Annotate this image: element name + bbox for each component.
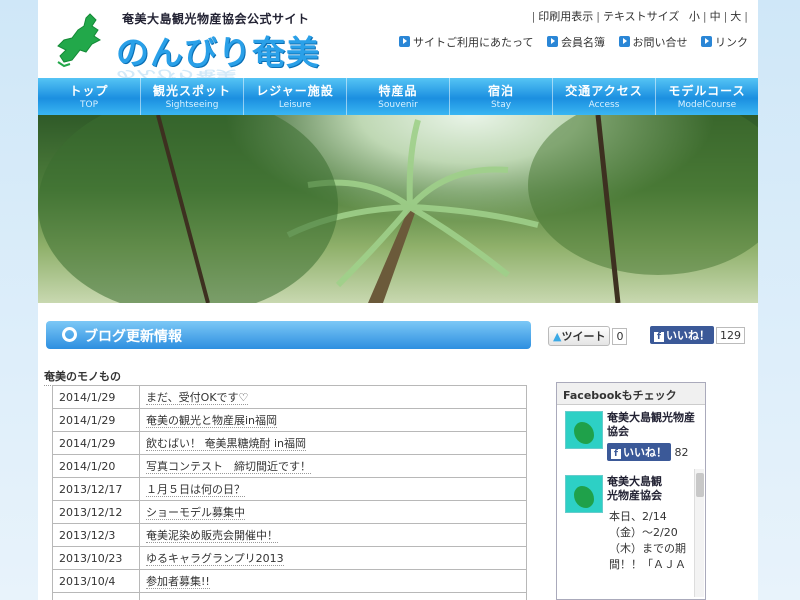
arrow-icon bbox=[547, 36, 558, 47]
hero-image-forest bbox=[38, 115, 758, 303]
facebook-widget-title: Facebookもチェック bbox=[557, 383, 705, 405]
blog-link[interactable]: 奄美の観光と物産展in福岡 bbox=[146, 414, 278, 428]
table-row: 2014/1/29 まだ、受付OKです♡ bbox=[52, 385, 527, 409]
text-size-medium[interactable]: 中 bbox=[707, 10, 724, 23]
table-row: 2014/1/20 写真コンテスト 締切間近です！ bbox=[52, 454, 527, 478]
table-row: 2013/10/4 参加者募集!! bbox=[52, 569, 527, 593]
facebook-page: 奄美大島観光物産協会 f いいね！ 82 bbox=[565, 411, 695, 461]
arrow-icon bbox=[618, 36, 630, 47]
nav-access[interactable]: 交通アクセス Access bbox=[553, 78, 656, 115]
table-row: 2013/12/17 １月５日は何の日？ bbox=[52, 477, 527, 501]
blog-link[interactable]: 参加者募集!! bbox=[146, 575, 210, 589]
blog-link[interactable]: ゆるキャラグランプリ2013 bbox=[146, 552, 284, 566]
facebook-icon: f bbox=[611, 449, 621, 459]
table-row: 2014/1/29 飲むばい！ 奄美黒糖焼酎 in福岡 bbox=[52, 431, 527, 455]
blog-link[interactable]: まだ、受付OKです♡ bbox=[146, 391, 249, 405]
blog-link[interactable]: 写真コンテスト 締切間近です！ bbox=[146, 460, 311, 474]
blog-link[interactable]: ショーモデル募集中 bbox=[146, 506, 245, 520]
tweet-widget: ▲ツイート 0 bbox=[548, 326, 628, 346]
header: 奄美大島観光物産協会公式サイト のんびり奄美 のんびり奄美 | 印刷用表示 | テキス… bbox=[38, 0, 758, 80]
text-size-small[interactable]: 小 bbox=[686, 10, 703, 23]
page-avatar[interactable] bbox=[565, 411, 603, 449]
tweet-button[interactable]: ▲ツイート bbox=[548, 326, 611, 346]
nav-model-course[interactable]: モデルコース ModelCourse bbox=[656, 78, 758, 115]
nav-sightseeing[interactable]: 観光スポット Sightseeing bbox=[141, 78, 244, 115]
table-row bbox=[52, 592, 527, 600]
facebook-icon: f bbox=[654, 332, 664, 342]
contact-link[interactable]: お問い合せ bbox=[618, 34, 688, 50]
post-avatar[interactable] bbox=[565, 475, 603, 513]
page-like-count: 82 bbox=[674, 446, 689, 459]
main-nav: トップ TOP 観光スポット Sightseeing レジャー施設 Leisure 特… bbox=[38, 78, 758, 115]
section-title[interactable]: 奄美のモノもの bbox=[44, 368, 121, 386]
table-row: 2013/12/3 奄美泥染め販売会開催中！ bbox=[52, 523, 527, 547]
blog-link[interactable]: 飲むばい！ 奄美黒糖焼酎 in福岡 bbox=[146, 437, 307, 451]
tweet-count: 0 bbox=[612, 328, 628, 345]
text-size-large[interactable]: 大 bbox=[727, 10, 744, 23]
blog-update-header: ブログ更新情報 bbox=[46, 321, 531, 349]
page: 奄美大島観光物産協会公式サイト のんびり奄美 のんびり奄美 | 印刷用表示 | テキス… bbox=[38, 0, 758, 600]
tree-fern-illustration bbox=[38, 115, 758, 303]
header-links: サイトご利用にあたって 会員名簿 お問い合せ リンク bbox=[389, 34, 748, 50]
blog-link[interactable]: 奄美泥染め販売会開催中！ bbox=[146, 529, 278, 543]
blog-list: 2014/1/29 まだ、受付OKです♡ 2014/1/29 奄美の観光と物産展in… bbox=[52, 385, 527, 600]
like-widget: f いいね！ 129 bbox=[650, 326, 745, 344]
table-row: 2013/10/23 ゆるキャラグランプリ2013 bbox=[52, 546, 527, 570]
page-like: f いいね！ 82 bbox=[607, 443, 689, 461]
arrow-icon bbox=[701, 36, 712, 47]
facebook-widget: Facebookもチェック 奄美大島観光物産協会 f いいね！ 82 奄美大島観光… bbox=[556, 382, 706, 600]
links-link[interactable]: リンク bbox=[701, 34, 748, 50]
facebook-post: 奄美大島観光物産協会 本日、2/14（金）～2/20（木）までの期間！！「ＡＪＡ bbox=[565, 475, 686, 571]
text-size-label: テキストサイズ bbox=[603, 10, 680, 23]
circle-bullet-icon bbox=[62, 327, 77, 342]
like-count: 129 bbox=[716, 327, 745, 344]
scrollbar-thumb[interactable] bbox=[696, 473, 704, 497]
post-author[interactable]: 奄美大島観光物産協会 bbox=[607, 475, 667, 503]
island-logo-icon bbox=[57, 13, 101, 68]
like-button[interactable]: f いいね！ bbox=[650, 326, 714, 344]
utility-bar: | 印刷用表示 | テキストサイズ 小 | 中 | 大 | bbox=[531, 10, 748, 23]
left-background bbox=[0, 0, 38, 600]
nav-leisure[interactable]: レジャー施設 Leisure bbox=[244, 78, 347, 115]
blog-link[interactable]: １月５日は何の日？ bbox=[146, 483, 245, 497]
nav-souvenir[interactable]: 特産品 Souvenir bbox=[347, 78, 450, 115]
site-usage-link[interactable]: サイトご利用にあたって bbox=[399, 34, 534, 50]
site-subtitle: 奄美大島観光物産協会公式サイト bbox=[122, 12, 310, 26]
arrow-icon bbox=[399, 36, 411, 47]
blog-heading: ブログ更新情報 bbox=[84, 329, 182, 345]
member-list-link[interactable]: 会員名簿 bbox=[547, 34, 605, 50]
table-row: 2014/1/29 奄美の観光と物産展in福岡 bbox=[52, 408, 527, 432]
nav-top[interactable]: トップ TOP bbox=[38, 78, 141, 115]
site-logo[interactable]: 奄美大島観光物産協会公式サイト のんびり奄美 のんびり奄美 bbox=[50, 6, 319, 80]
page-name[interactable]: 奄美大島観光物産協会 bbox=[607, 411, 702, 439]
post-text: 本日、2/14（金）～2/20（木）までの期間！！「ＡＪＡ bbox=[609, 510, 686, 571]
print-link[interactable]: 印刷用表示 bbox=[535, 10, 596, 23]
nav-stay[interactable]: 宿泊 Stay bbox=[450, 78, 553, 115]
table-row: 2013/12/12 ショーモデル募集中 bbox=[52, 500, 527, 524]
widget-scrollbar[interactable] bbox=[694, 469, 704, 597]
right-background bbox=[758, 0, 800, 600]
page-like-button[interactable]: f いいね！ bbox=[607, 443, 671, 461]
